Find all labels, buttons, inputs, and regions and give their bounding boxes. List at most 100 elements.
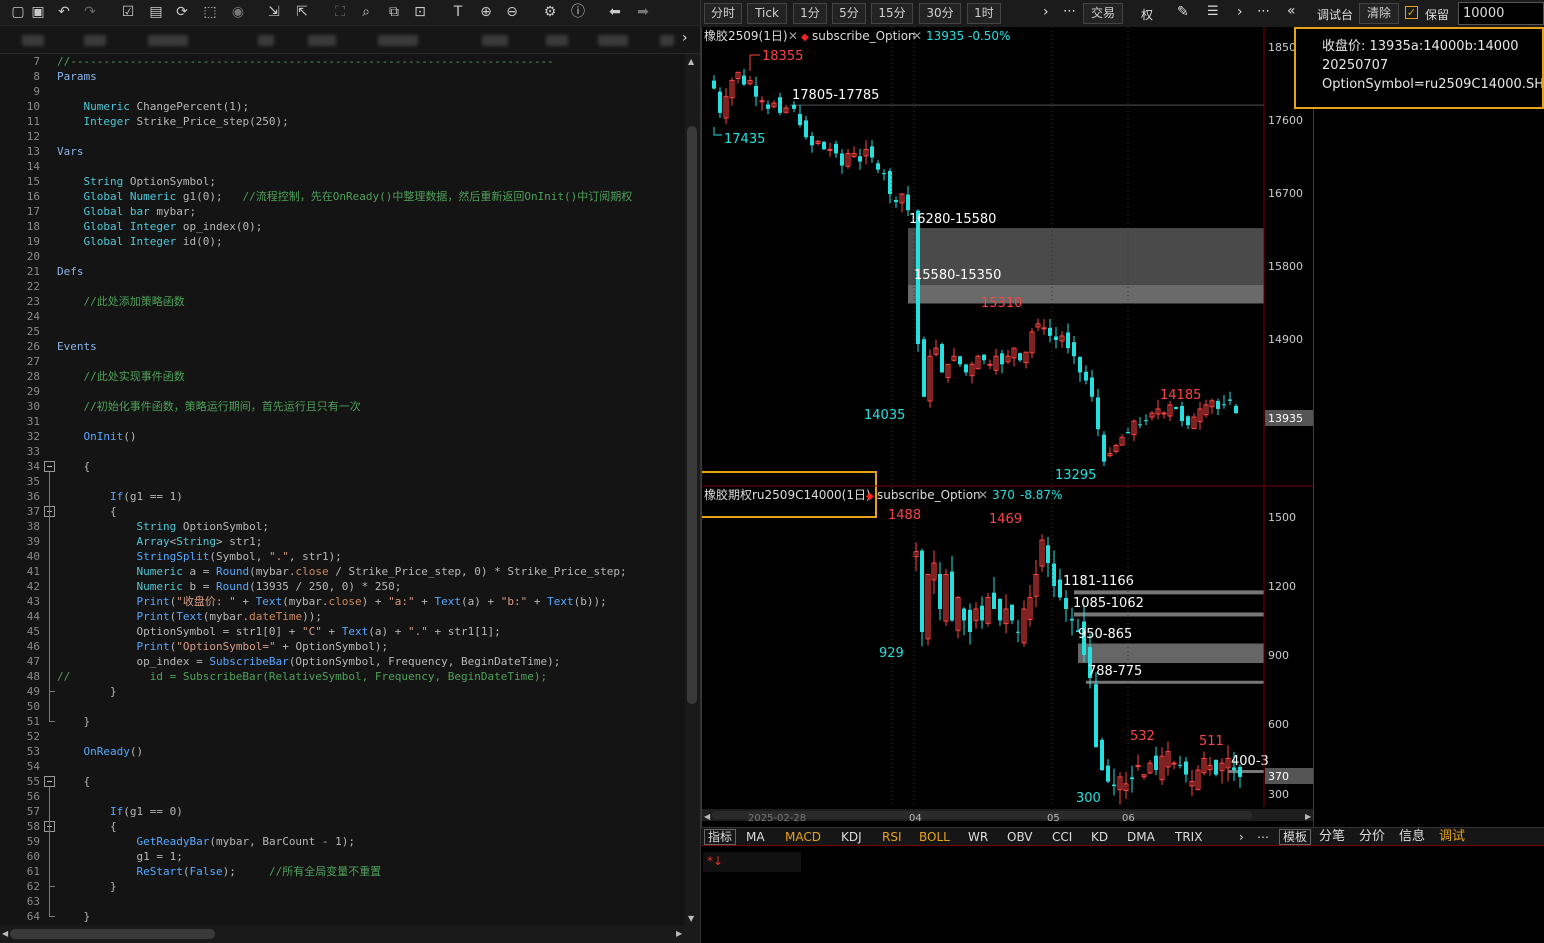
redo-icon[interactable]: ↷ [80, 2, 100, 22]
more-icon-2[interactable]: ⋯ [1257, 4, 1270, 19]
code-line[interactable]: 16 Global Numeric g1(0); //流程控制，先在OnRead… [0, 189, 685, 204]
code-line[interactable]: 58 { [0, 819, 685, 834]
fold-icon[interactable] [44, 461, 55, 472]
tf-1min[interactable]: 1分 [793, 3, 827, 24]
font-icon[interactable]: T [448, 2, 468, 22]
file-tab[interactable] [546, 35, 568, 46]
file-tab[interactable] [482, 35, 508, 46]
sliders-icon[interactable]: ☰ [1207, 4, 1219, 19]
info-icon[interactable]: ⓘ [568, 2, 588, 22]
code-line[interactable]: 41 Numeric a = Round(mybar.close / Strik… [0, 564, 685, 579]
import-icon[interactable]: ⇲ [264, 2, 284, 22]
zoom-out-icon[interactable]: ⊖ [502, 2, 522, 22]
code-line[interactable]: 40 StringSplit(Symbol, ".", str1); [0, 549, 685, 564]
file-tab[interactable] [258, 35, 274, 46]
tf-fenshi[interactable]: 分时 [704, 3, 742, 24]
tf-30min[interactable]: 30分 [919, 3, 961, 24]
ind-more-icon[interactable]: › [1239, 829, 1244, 845]
code-line[interactable]: 54 [0, 759, 685, 774]
chart-area[interactable]: 橡胶2509(1日) ✕ ◆ subscribe_Option ✕ 13935 -0.50%… [681, 27, 1314, 827]
code-line[interactable]: 23 //此处添加策略函数 [0, 294, 685, 309]
code-line[interactable]: 50 [0, 699, 685, 714]
export-icon[interactable]: ⇱ [292, 2, 312, 22]
ind-ma[interactable]: MA [746, 829, 765, 845]
check-icon[interactable]: ☑ [118, 2, 138, 22]
ind-rsi[interactable]: RSI [882, 829, 902, 845]
code-line[interactable]: 17 Global bar mybar; [0, 204, 685, 219]
code-line[interactable]: 63 [0, 894, 685, 909]
file-tab[interactable] [660, 35, 674, 46]
code-line[interactable]: 29 [0, 384, 685, 399]
file-tab[interactable] [22, 35, 44, 46]
code-line[interactable]: 31 [0, 414, 685, 429]
code-line[interactable]: 52 [0, 729, 685, 744]
scroll-up-icon[interactable]: ▲ [688, 57, 694, 66]
scroll-left-icon[interactable]: ◀ [2, 929, 8, 938]
indicator-label[interactable]: 指标 [704, 829, 737, 845]
code-line[interactable]: 24 [0, 309, 685, 324]
fullscreen-icon[interactable]: ⛶ [330, 2, 350, 22]
scroll-thumb[interactable] [687, 126, 697, 704]
code-line[interactable]: 43 Print("收盘价: " + Text(mybar.close) + "… [0, 594, 685, 609]
code-line[interactable]: 37 { [0, 504, 685, 519]
code-line[interactable]: 38 String OptionSymbol; [0, 519, 685, 534]
pen-icon[interactable]: ✎ [1177, 4, 1189, 20]
code-line[interactable]: 61 ReStart(False); //所有全局变量不重置 [0, 864, 685, 879]
code-line[interactable]: 8 Params [0, 69, 685, 84]
file-tab[interactable] [84, 35, 106, 46]
quan-button[interactable]: 权 [1141, 6, 1153, 23]
code-line[interactable]: 7 //-------------------------------------… [0, 54, 685, 69]
hscroll-thumb[interactable] [10, 929, 215, 939]
compile-icon[interactable]: ▤ [146, 2, 166, 22]
code-line[interactable]: 55 { [0, 774, 685, 789]
code-line[interactable]: 57 If(g1 == 0) [0, 804, 685, 819]
code-line[interactable]: 42 Numeric b = Round(13935 / 250, 0) * 2… [0, 579, 685, 594]
chevron-right-icon[interactable]: › [1237, 4, 1243, 20]
code-line[interactable]: 27 [0, 354, 685, 369]
file-tab[interactable] [148, 35, 188, 46]
code-line[interactable]: 26 Events [0, 339, 685, 354]
tab-info[interactable]: 信息 [1399, 829, 1425, 845]
bottom-input[interactable]: *↓ [703, 852, 801, 872]
back-icon[interactable]: ⬅ [605, 2, 625, 22]
code-line[interactable]: 45 OptionSymbol = str1[0] + "C" + Text(a… [0, 624, 685, 639]
new-file-icon[interactable]: ▢ [8, 2, 28, 22]
template-button[interactable]: 模板 [1279, 829, 1312, 845]
code-line[interactable]: 9 [0, 84, 685, 99]
code-line[interactable]: 14 [0, 159, 685, 174]
tab-debug[interactable]: 调试 [1439, 829, 1465, 845]
zoom-in-icon[interactable]: ⊕ [476, 2, 496, 22]
kline-chart[interactable]: 橡胶2509(1日) ✕ ◆ subscribe_Option✕ 13935 -0.50%… [681, 27, 1314, 827]
code-line[interactable]: 32 OnInit() [0, 429, 685, 444]
ind-kd[interactable]: KD [1091, 829, 1108, 845]
code-line[interactable]: 59 GetReadyBar(mybar, BarCount - 1); [0, 834, 685, 849]
trade-button[interactable]: 交易 [1083, 3, 1123, 24]
code-line[interactable]: 64 } [0, 909, 685, 924]
collapse-icon[interactable]: « [1287, 3, 1296, 19]
tab-fenbi[interactable]: 分笔 [1319, 829, 1345, 845]
code-line[interactable]: 62 } [0, 879, 685, 894]
code-line[interactable]: 53 OnReady() [0, 744, 685, 759]
tf-15min[interactable]: 15分 [871, 3, 913, 24]
ind-obv[interactable]: OBV [1007, 829, 1033, 845]
code-line[interactable]: 30 //初始化事件函数，策略运行期间，首先运行且只有一次 [0, 399, 685, 414]
code-line[interactable]: 35 [0, 474, 685, 489]
ind-wr[interactable]: WR [968, 829, 988, 845]
debug-output-panel[interactable] [1313, 27, 1544, 827]
code-line[interactable]: 51 } [0, 714, 685, 729]
find-icon[interactable]: ⊡ [410, 2, 430, 22]
code-line[interactable]: 22 [0, 279, 685, 294]
editor-vertical-scrollbar[interactable]: ▲ ▼ [685, 54, 700, 926]
replace-icon[interactable]: ⧉ [384, 2, 404, 22]
code-line[interactable]: 21 Defs [0, 264, 685, 279]
code-line[interactable]: 56 [0, 789, 685, 804]
forward-icon[interactable]: ➡ [633, 2, 653, 22]
ind-macd[interactable]: MACD [785, 829, 821, 845]
ind-trix[interactable]: TRIX [1175, 829, 1202, 845]
code-line[interactable]: 36 If(g1 == 1) [0, 489, 685, 504]
file-tab[interactable] [378, 35, 418, 46]
tabs-scroll-right-icon[interactable]: › [682, 30, 688, 46]
fold-icon[interactable] [44, 776, 55, 787]
save-icon[interactable]: ▣ [28, 2, 48, 22]
code-line[interactable]: 15 String OptionSymbol; [0, 174, 685, 189]
